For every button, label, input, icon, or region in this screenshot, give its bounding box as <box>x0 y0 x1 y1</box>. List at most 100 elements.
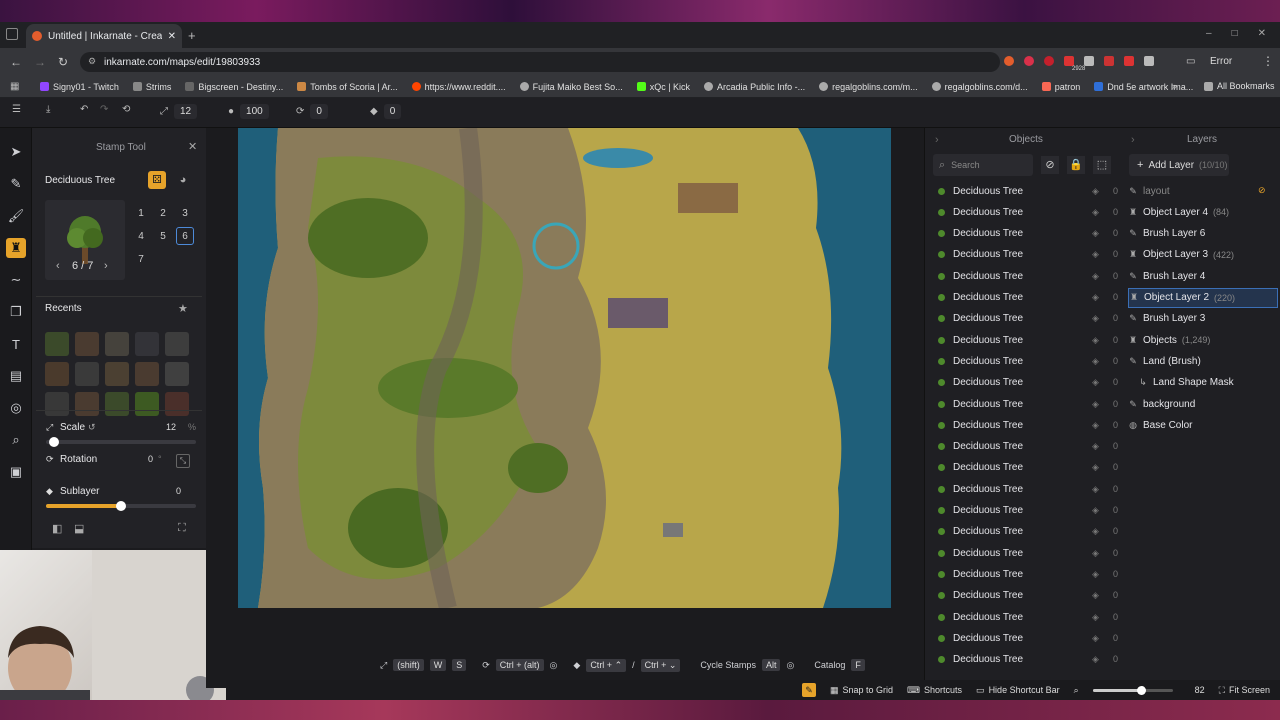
recent-stamp[interactable] <box>165 392 189 416</box>
variant-button[interactable]: 2 <box>154 204 172 222</box>
flip-horizontal-icon[interactable]: ◧ <box>52 522 62 535</box>
bookmark-item[interactable]: regalgoblins.com/d... <box>931 82 1028 92</box>
recent-stamp[interactable] <box>165 362 189 386</box>
zoom-tool-icon[interactable]: ⌕ <box>6 430 26 450</box>
favorites-star-icon[interactable]: ★ <box>178 302 188 315</box>
select-tool-icon[interactable]: ➤ <box>6 142 26 162</box>
tab-search-icon[interactable] <box>6 28 18 40</box>
profile-error[interactable]: Error <box>1210 56 1232 67</box>
extension-icon[interactable] <box>1004 56 1014 66</box>
history-icon[interactable]: ⟲ <box>122 104 130 115</box>
random-rotation-icon[interactable]: ⤡ <box>176 454 190 468</box>
map-canvas[interactable] <box>238 128 891 608</box>
sublayer-value[interactable]: 0 <box>176 486 181 496</box>
visibility-icon[interactable]: ◈ <box>1092 462 1099 473</box>
extension-icon[interactable] <box>1044 56 1054 66</box>
recent-stamp[interactable] <box>75 362 99 386</box>
recent-stamp[interactable] <box>45 362 69 386</box>
apps-icon[interactable]: ▦ <box>10 81 19 92</box>
toolbar-layer[interactable]: ◆ 0 <box>370 104 402 119</box>
brush-toggle-icon[interactable]: ✎ <box>801 683 816 697</box>
visibility-icon[interactable]: ◈ <box>1092 313 1099 324</box>
bookmark-item[interactable]: xQc | Kick <box>636 82 690 92</box>
bookmark-item[interactable]: Fujita Maiko Best So... <box>519 82 623 92</box>
sidebar-toggle-icon[interactable]: ▭ <box>1186 56 1195 67</box>
zoom-slider[interactable] <box>1092 685 1173 695</box>
object-row[interactable]: Deciduous Tree ◈ 0 <box>938 224 1118 244</box>
object-row[interactable]: Deciduous Tree ◈ 0 <box>938 394 1118 414</box>
visibility-icon[interactable]: ◈ <box>1092 548 1099 559</box>
visibility-icon[interactable]: ◈ <box>1092 505 1099 516</box>
undo-icon[interactable]: ↶ <box>80 104 88 115</box>
recent-stamp[interactable] <box>105 392 129 416</box>
recent-stamp[interactable] <box>135 362 159 386</box>
bookmark-item[interactable]: regalgoblins.com/m... <box>819 82 918 92</box>
toolbar-opacity[interactable]: ● 100 <box>228 104 269 119</box>
visibility-icon[interactable]: ◈ <box>1092 271 1099 282</box>
tab-inkarnate[interactable]: Untitled | Inkarnate - Create Fa... ✕ <box>26 24 182 48</box>
toolbar-rotation[interactable]: ⟳ 0 <box>296 104 328 119</box>
new-tab-icon[interactable]: + <box>188 28 196 43</box>
object-row[interactable]: Deciduous Tree ◈ 0 <box>938 479 1118 499</box>
recent-stamp[interactable] <box>105 362 129 386</box>
object-row[interactable]: Deciduous Tree ◈ 0 <box>938 181 1118 201</box>
notes-tool-icon[interactable]: ▤ <box>6 366 26 386</box>
recent-stamp[interactable] <box>105 332 129 356</box>
brush-tool-icon[interactable]: ✎ <box>6 174 26 194</box>
layer-row[interactable]: ✎ layout <box>1128 181 1278 201</box>
extension-icon[interactable] <box>1124 56 1134 66</box>
objects-search-input[interactable]: ⌕ Search <box>933 154 1033 176</box>
layer-row[interactable]: ↳ Land Shape Mask <box>1128 373 1278 393</box>
toolbar-layer-value[interactable]: 0 <box>383 104 402 119</box>
lock-icon[interactable]: 🔒 <box>1067 156 1085 174</box>
object-row[interactable]: Deciduous Tree ◈ 0 <box>938 330 1118 350</box>
visibility-icon[interactable]: ◈ <box>1092 441 1099 452</box>
visibility-icon[interactable]: ◈ <box>1092 356 1099 367</box>
recent-stamp[interactable] <box>45 332 69 356</box>
visibility-icon[interactable]: ◈ <box>1092 569 1099 580</box>
sublayer-slider-knob[interactable] <box>116 501 126 511</box>
save-tool-icon[interactable]: ▣ <box>6 462 26 482</box>
snap-to-grid-toggle[interactable]: ▦ Snap to Grid <box>830 685 893 696</box>
zoom-slider-knob[interactable] <box>1136 685 1146 695</box>
scale-slider[interactable] <box>46 437 196 447</box>
object-row[interactable]: Deciduous Tree ◈ 0 <box>938 351 1118 371</box>
variant-button[interactable]: 3 <box>176 204 194 222</box>
toolbar-scale-value[interactable]: 12 <box>174 104 198 119</box>
sublayer-slider[interactable] <box>46 501 196 511</box>
palette-icon[interactable]: ◕ <box>174 171 192 189</box>
layer-row[interactable]: ✎ Brush Layer 4 <box>1128 266 1278 286</box>
layer-row[interactable]: ✎ Brush Layer 6 <box>1128 224 1278 244</box>
visibility-icon[interactable]: ◈ <box>1092 633 1099 644</box>
extension-icon[interactable] <box>1084 56 1094 66</box>
window-controls[interactable]: – □ ✕ <box>1196 28 1276 42</box>
visibility-icon[interactable]: ◈ <box>1092 484 1099 495</box>
scale-slider-knob[interactable] <box>48 437 59 447</box>
scale-value[interactable]: 12 <box>166 422 176 432</box>
maximize-icon[interactable]: □ <box>1232 28 1238 42</box>
visibility-icon[interactable]: ◈ <box>1092 207 1099 218</box>
next-variant-icon[interactable]: › <box>104 260 108 272</box>
visibility-icon[interactable]: ◈ <box>1092 612 1099 623</box>
object-row[interactable]: Deciduous Tree ◈ 0 <box>938 288 1118 308</box>
visibility-icon[interactable]: ◈ <box>1092 377 1099 388</box>
layer-row[interactable]: ♜ Objects (1,249) <box>1128 330 1278 350</box>
select-all-icon[interactable]: ⬚ <box>1093 156 1111 174</box>
hide-icon[interactable]: ⊘ <box>1041 156 1059 174</box>
visibility-icon[interactable]: ◈ <box>1092 399 1099 410</box>
layer-row-selected[interactable]: ♜ Object Layer 2 (220) <box>1128 287 1278 308</box>
bookmark-item[interactable]: Tombs of Scoria | Ar... <box>297 82 398 92</box>
object-row[interactable]: Deciduous Tree ◈ 0 <box>938 415 1118 435</box>
object-row[interactable]: Deciduous Tree ◈ 0 <box>938 607 1118 627</box>
site-info-icon[interactable]: ⚙ <box>88 56 96 67</box>
layer-row[interactable]: ◍ Base Color <box>1128 415 1278 435</box>
prev-variant-icon[interactable]: ‹ <box>56 260 60 272</box>
bookmark-item[interactable]: Signy01 - Twitch <box>40 82 119 92</box>
recent-stamp[interactable] <box>75 332 99 356</box>
variant-button-selected[interactable]: 6 <box>176 227 194 245</box>
object-row[interactable]: Deciduous Tree ◈ 0 <box>938 501 1118 521</box>
visibility-icon[interactable]: ◈ <box>1092 590 1099 601</box>
variant-button[interactable]: 4 <box>132 227 150 245</box>
visibility-icon[interactable]: ◈ <box>1092 186 1099 197</box>
bookmark-item[interactable]: Strims <box>132 82 171 92</box>
